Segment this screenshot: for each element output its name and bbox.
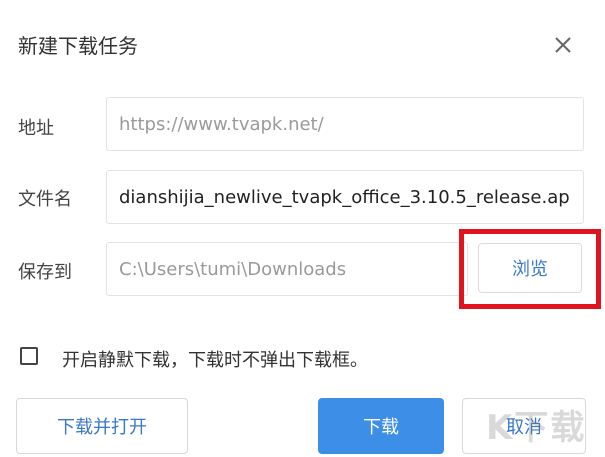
address-input[interactable] (107, 98, 583, 150)
address-field-container (106, 97, 584, 151)
save-to-label: 保存到 (18, 262, 72, 283)
watermark-logo: K下载 (486, 408, 587, 448)
close-icon (555, 37, 571, 53)
save-path-field-container (106, 242, 468, 296)
address-label: 地址 (18, 118, 54, 139)
top-strip (0, 0, 605, 4)
silent-download-label: 开启静默下载，下载时不弹出下载框。 (62, 350, 368, 371)
close-button[interactable] (548, 30, 578, 60)
dialog-title: 新建下载任务 (18, 34, 138, 58)
silent-download-checkbox[interactable] (20, 347, 38, 365)
filename-field-container (106, 170, 584, 224)
download-button[interactable]: 下载 (318, 398, 444, 454)
save-path-input[interactable] (107, 243, 467, 295)
filename-input[interactable] (107, 171, 583, 223)
download-and-open-button[interactable]: 下载并打开 (16, 398, 188, 454)
highlight-annotation-box (459, 229, 601, 309)
filename-label: 文件名 (18, 189, 72, 210)
